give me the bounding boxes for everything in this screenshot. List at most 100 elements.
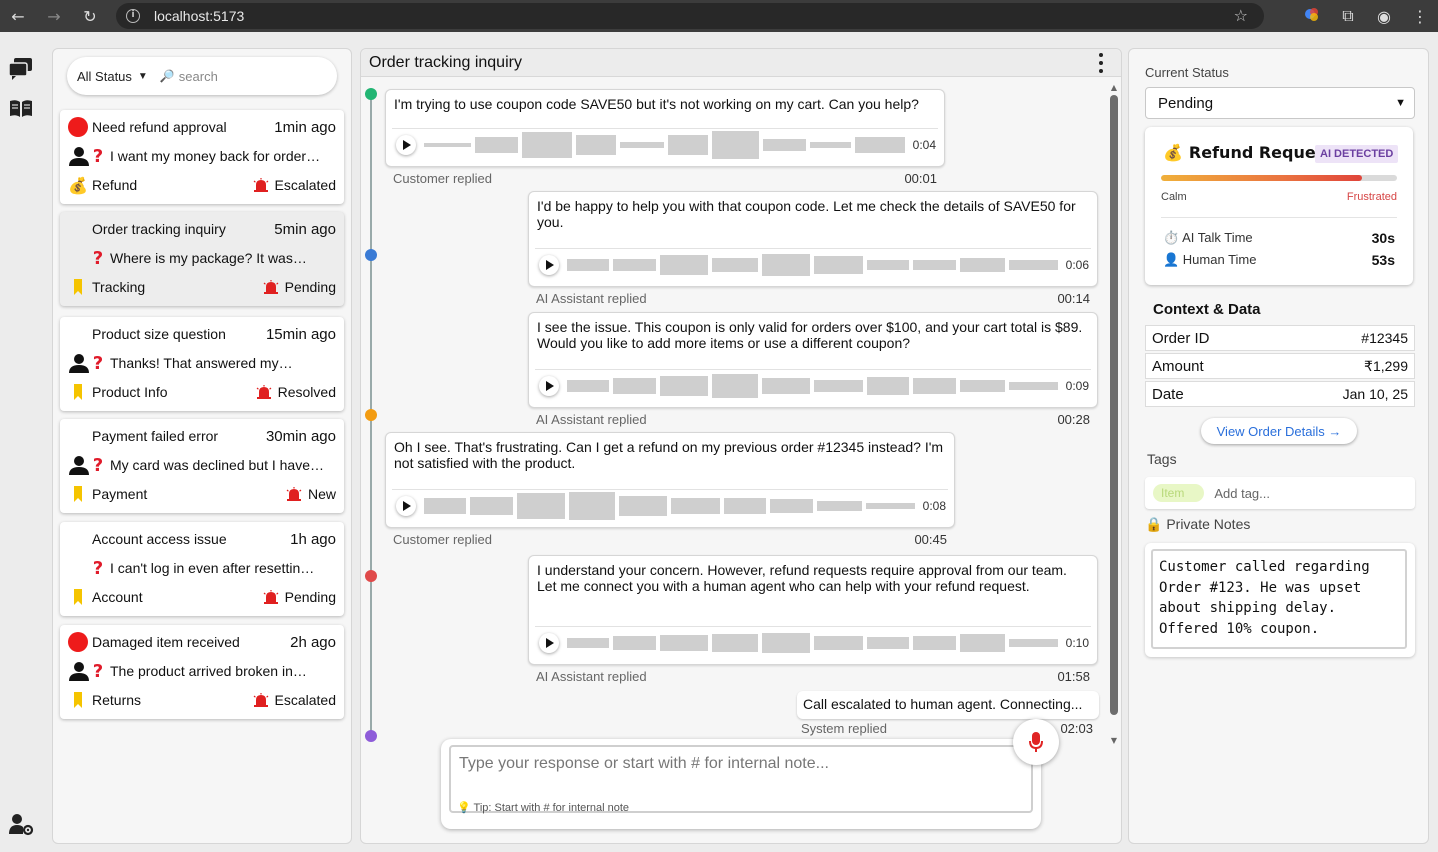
audio-player: 0:09 xyxy=(535,369,1091,401)
waveform[interactable] xyxy=(424,130,905,159)
view-order-details-button[interactable]: View Order Details → xyxy=(1201,418,1357,444)
conversation-time: 5min ago xyxy=(274,220,336,238)
private-notes-input[interactable]: Customer called regarding Order #123. He… xyxy=(1151,549,1407,649)
divider xyxy=(1161,217,1397,218)
conversation-item[interactable]: Need refund approval 1min ago? I want my m… xyxy=(60,110,344,204)
waveform-bar xyxy=(613,377,656,394)
waveform-bar xyxy=(1009,381,1058,390)
waveform-bar xyxy=(770,498,813,513)
message-meta: Customer replied 00:01 xyxy=(393,171,937,186)
message-bubble: I see the issue. This coupon is only val… xyxy=(528,312,1098,408)
customer-icon xyxy=(68,353,90,373)
message-text: I'd be happy to help you with that coupo… xyxy=(537,198,1076,230)
siren-icon xyxy=(253,693,275,707)
current-status-label: Current Status xyxy=(1145,65,1229,80)
conversation-preview: The product arrived broken in… xyxy=(110,663,307,679)
search-icon: 🔎 xyxy=(159,69,175,83)
message-timestamp: 00:01 xyxy=(904,171,937,186)
message-bubble: I understand your concern. However, refu… xyxy=(528,555,1098,665)
waveform[interactable] xyxy=(424,491,915,520)
extension-color-icon[interactable] xyxy=(1294,6,1330,26)
composer-tip: 💡 Tip: Start with # for internal note xyxy=(457,802,630,814)
waveform-bar xyxy=(1009,638,1058,647)
message-sender: System replied xyxy=(801,721,887,736)
extensions-puzzle-icon[interactable]: ⧉ xyxy=(1330,6,1366,26)
conversations-icon[interactable] xyxy=(8,56,34,80)
user-settings-icon[interactable] xyxy=(8,812,34,836)
waveform-bar xyxy=(816,500,863,511)
audio-player: 0:06 xyxy=(535,248,1091,280)
message-sender: AI Assistant replied xyxy=(536,412,647,427)
composer: 💡 Tip: Start with # for internal note xyxy=(441,739,1041,829)
status-select[interactable]: Pending ▼ xyxy=(1145,87,1415,119)
conversation-preview: I can't log in even after resettin… xyxy=(110,560,315,576)
browser-menu-icon[interactable]: ⋮ xyxy=(1402,7,1438,26)
forward-icon[interactable]: → xyxy=(36,7,72,26)
back-icon[interactable]: ← xyxy=(0,7,36,26)
conversation-status-label: Resolved xyxy=(277,384,336,400)
conversation-item[interactable]: Account access issue 1h ago? I can't log i… xyxy=(60,522,344,616)
play-icon[interactable] xyxy=(396,134,416,155)
play-icon[interactable] xyxy=(539,632,559,653)
search-input[interactable]: 🔎 search xyxy=(160,69,218,84)
audio-player: 0:10 xyxy=(535,626,1091,658)
conversation-item[interactable]: Product size question 15min ago? Thanks! T… xyxy=(60,317,344,411)
conversation-item[interactable]: Order tracking inquiry 5min ago? Where is … xyxy=(60,212,344,306)
status-filter-select[interactable]: All Status ▼ xyxy=(77,69,148,84)
scroll-up-icon[interactable]: ▲ xyxy=(1109,83,1119,92)
system-message: Call escalated to human agent. Connectin… xyxy=(797,691,1099,719)
waveform-bar xyxy=(866,376,910,395)
address-bar[interactable]: i localhost:5173 ☆ xyxy=(116,3,1264,29)
scrollbar-thumb[interactable] xyxy=(1110,95,1118,715)
conversation-preview: My card was declined but I have… xyxy=(110,457,324,473)
play-icon[interactable] xyxy=(396,495,416,516)
chat-panel: Order tracking inquiry I'm trying to use… xyxy=(360,48,1122,844)
message-timestamp: 00:28 xyxy=(1057,412,1090,427)
waveform-bar xyxy=(474,136,519,153)
question-icon: ? xyxy=(92,145,104,167)
order-id-row: Order ID #12345 xyxy=(1145,325,1415,351)
waveform-bar xyxy=(620,141,664,148)
chat-scrollbar[interactable]: ▲ ▼ xyxy=(1109,83,1119,745)
order-id-value: #12345 xyxy=(1361,330,1408,346)
sentiment-low-label: Calm xyxy=(1161,191,1187,203)
profile-icon[interactable]: ◉ xyxy=(1366,7,1402,26)
chat-title: Order tracking inquiry xyxy=(369,54,522,71)
play-icon[interactable] xyxy=(539,254,559,275)
reload-icon[interactable]: ↻ xyxy=(72,7,108,26)
play-icon[interactable] xyxy=(539,375,559,396)
site-info-icon[interactable]: i xyxy=(120,3,146,29)
add-tag-input[interactable]: Add tag... xyxy=(1214,486,1270,501)
waveform[interactable] xyxy=(567,253,1058,276)
conversation-title: Order tracking inquiry xyxy=(92,221,226,237)
waveform[interactable] xyxy=(567,373,1058,398)
microphone-button[interactable] xyxy=(1013,719,1059,765)
search-placeholder: search xyxy=(178,68,218,84)
bookmark-star-icon[interactable]: ☆ xyxy=(1234,6,1248,25)
conversation-preview: I want my money back for order… xyxy=(110,148,321,164)
message-meta: AI Assistant replied 00:28 xyxy=(536,412,1090,427)
conversation-title: Payment failed error xyxy=(92,428,219,444)
conversation-item[interactable]: Damaged item received 2h ago? The product … xyxy=(60,625,344,719)
waveform-bar xyxy=(959,633,1006,652)
scroll-down-icon[interactable]: ▼ xyxy=(1109,736,1119,745)
waveform-bar xyxy=(814,635,863,650)
conversation-title: Need refund approval xyxy=(92,119,227,135)
url-text: localhost:5173 xyxy=(154,8,245,24)
conversation-item[interactable]: Payment failed error 30min ago? My card wa… xyxy=(60,419,344,513)
tag-chip[interactable]: Item xyxy=(1153,484,1205,502)
waveform-bar xyxy=(712,130,759,159)
sentiment-fill xyxy=(1161,175,1362,181)
more-options-icon[interactable] xyxy=(1099,53,1105,73)
status-filter-value: All Status xyxy=(77,68,132,84)
conversation-category: Payment xyxy=(92,486,148,502)
conversation-status-label: Pending xyxy=(284,279,336,295)
knowledge-book-icon[interactable] xyxy=(8,98,34,122)
message-bubble: I'm trying to use coupon code SAVE50 but… xyxy=(385,89,945,167)
browser-toolbar: ← → ↻ i localhost:5173 ☆ ⧉ ◉ ⋮ xyxy=(0,0,1438,32)
waveform-bar xyxy=(1009,259,1058,270)
waveform[interactable] xyxy=(567,632,1058,653)
conversation-title: Damaged item received xyxy=(92,634,240,650)
details-panel: Current Status Pending ▼ 💰 Refund Reques… xyxy=(1128,48,1429,844)
date-label: Date xyxy=(1152,385,1184,403)
